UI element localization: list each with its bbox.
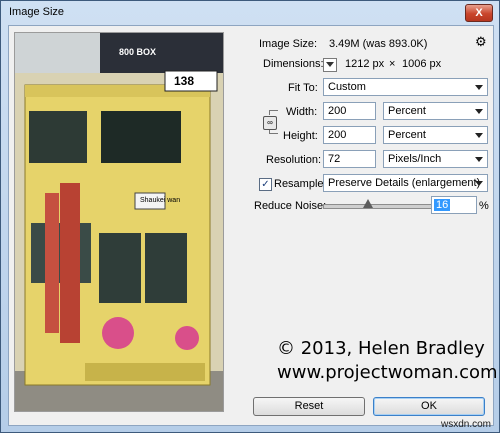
resample-checkbox[interactable]: ✓ xyxy=(259,178,272,191)
width-unit-select[interactable]: Percent xyxy=(383,102,488,120)
ok-button[interactable]: OK xyxy=(373,397,485,416)
fit-to-label: Fit To: xyxy=(288,82,318,94)
resolution-unit-value: Pixels/Inch xyxy=(388,153,442,165)
gear-icon[interactable]: ⚙ xyxy=(475,34,487,50)
resolution-input[interactable]: 72 xyxy=(323,150,376,168)
height-unit-select[interactable]: Percent xyxy=(383,126,488,144)
image-size-dialog: Image Size X 138 800 BOX Shaukei wan ⚙ I… xyxy=(0,0,500,433)
height-input[interactable]: 200 xyxy=(323,126,376,144)
watermark-website: www.projectwoman.com xyxy=(277,362,498,383)
link-icon[interactable]: ∞ xyxy=(263,116,277,130)
image-size-value: 3.49M (was 893.0K) xyxy=(329,38,428,50)
fit-to-value: Custom xyxy=(328,81,366,93)
resample-method-select[interactable]: Preserve Details (enlargement) xyxy=(323,174,488,192)
height-label: Height: xyxy=(283,130,318,142)
title-bar[interactable]: Image Size X xyxy=(1,1,499,25)
dimensions-times: × xyxy=(389,58,396,70)
resolution-unit-select[interactable]: Pixels/Inch xyxy=(383,150,488,168)
width-unit-value: Percent xyxy=(388,105,426,117)
height-unit-value: Percent xyxy=(388,129,426,141)
tram-photo xyxy=(15,33,223,411)
reduce-noise-input[interactable]: 16 xyxy=(431,196,477,214)
reduce-noise-slider-thumb[interactable] xyxy=(363,199,373,208)
width-input[interactable]: 200 xyxy=(323,102,376,120)
source-watermark: wsxdn.com xyxy=(440,419,491,430)
dimensions-height: 1006 px xyxy=(402,58,442,70)
resolution-label: Resolution: xyxy=(266,154,322,166)
chevron-down-icon xyxy=(475,109,483,114)
tram-number: 138 xyxy=(174,74,195,88)
reset-button[interactable]: Reset xyxy=(253,397,365,416)
reduce-noise-label: Reduce Noise: xyxy=(254,200,327,212)
chevron-down-icon xyxy=(475,133,483,138)
constrain-bracket-top xyxy=(269,110,278,115)
image-preview[interactable]: 138 800 BOX Shaukei wan xyxy=(14,32,224,412)
dimensions-width: 1212 px xyxy=(345,58,385,70)
close-button[interactable]: X xyxy=(465,4,493,22)
fit-to-select[interactable]: Custom xyxy=(323,78,488,96)
width-label: Width: xyxy=(286,106,318,118)
dimensions-units-icon[interactable] xyxy=(323,58,337,72)
dialog-title: Image Size xyxy=(9,6,65,18)
billboard-text: 800 BOX xyxy=(119,47,157,57)
reduce-noise-unit: % xyxy=(479,200,489,212)
chevron-down-icon xyxy=(475,85,483,90)
resample-method-value: Preserve Details (enlargement) xyxy=(328,177,481,189)
chevron-down-icon xyxy=(475,181,483,186)
image-size-label: Image Size: xyxy=(259,38,318,50)
reduce-noise-value: 16 xyxy=(434,199,451,211)
dialog-client-area: 138 800 BOX Shaukei wan ⚙ Image Size: 3.… xyxy=(8,25,498,426)
tram-destination: Shaukei wan xyxy=(140,197,181,204)
chevron-down-icon xyxy=(475,157,483,162)
resample-label: Resample: xyxy=(274,178,327,190)
watermark-copyright: © 2013, Helen Bradley xyxy=(277,338,485,359)
reduce-noise-slider[interactable] xyxy=(323,204,433,209)
dimensions-label: Dimensions: xyxy=(263,58,324,70)
